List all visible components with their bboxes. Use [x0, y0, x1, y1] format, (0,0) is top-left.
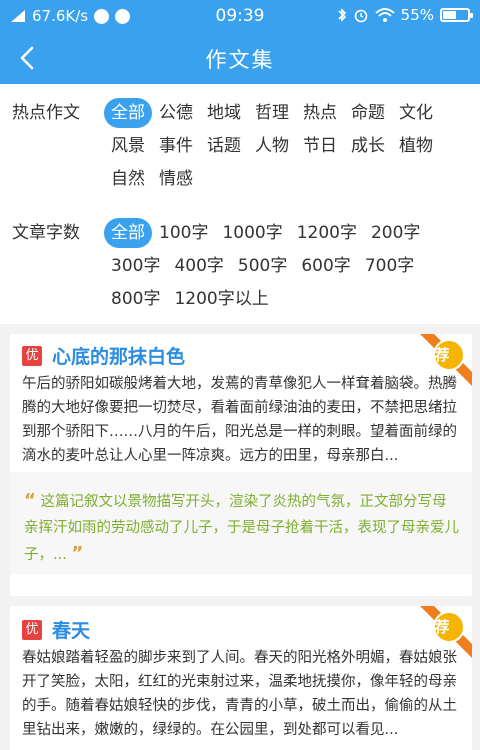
article-title[interactable]: 心底的那抹白色: [52, 342, 185, 369]
count-filter-option[interactable]: 1200字以上: [167, 284, 275, 314]
article-excerpt: 春姑娘踏着轻盈的脚步来到了人间。春天的阳光格外明媚，春姑娘张开了笑脸，太阳，红红…: [22, 650, 457, 738]
count-filter-option[interactable]: 300字: [104, 251, 167, 281]
count-filter-option[interactable]: 1000字: [215, 218, 289, 248]
comment-text: 这篇记叙文以景物描写开头，渲染了炎热的气氛，正文部分写母亲挥汗如雨的劳动感动了儿…: [24, 494, 459, 563]
hot-filter-option[interactable]: 人物: [248, 131, 296, 161]
battery-fill: [443, 11, 457, 19]
filter-options-count: 全部 100字 1000字 1200字 200字 300字 400字 500字 600字 700字…: [104, 218, 470, 314]
hot-filter-option[interactable]: 命题: [344, 98, 392, 128]
recommend-badge-text: 荐: [434, 346, 450, 364]
article-excerpt: 午后的骄阳如碳般烤着大地，发蔫的青草像犯人一样耷着脑袋。热腾腾的大地好像要把一切…: [22, 376, 457, 464]
bluetooth-icon: [338, 8, 346, 22]
filter-panel: 热点作文 全部 公德 地域 哲理 热点 命题 文化 风景 事件 话题 人物 节日 成长 植物 自然 情感 文章…: [0, 84, 480, 324]
hot-filter-option[interactable]: 成长: [344, 131, 392, 161]
open-quote-icon: “: [24, 490, 36, 511]
app-header: 作文集: [0, 32, 480, 84]
hot-filter-option[interactable]: 话题: [200, 131, 248, 161]
article-title[interactable]: 春天: [52, 616, 90, 643]
count-filter-option[interactable]: 200字: [364, 218, 427, 248]
hot-filter-option[interactable]: 文化: [392, 98, 440, 128]
filter-label-count: 文章字数: [12, 223, 80, 243]
count-filter-option[interactable]: 100字: [152, 218, 215, 248]
hot-filter-option[interactable]: 事件: [152, 131, 200, 161]
alarm-icon: [354, 9, 367, 23]
teacher-comment: “ 这篇记叙文以景物描写开头，渲染了炎热的气氛，正文部分写母亲挥汗如雨的劳动感动…: [10, 472, 472, 574]
count-filter-option[interactable]: 600字: [294, 251, 357, 281]
hot-filter-option[interactable]: 节日: [296, 131, 344, 161]
hot-filter-option[interactable]: 公德: [152, 98, 200, 128]
filter-label-hot: 热点作文: [12, 103, 80, 123]
hot-filter-option[interactable]: 地域: [200, 98, 248, 128]
battery-percent: 55%: [400, 6, 434, 24]
count-filter-option[interactable]: 1200字: [290, 218, 364, 248]
count-filter-option[interactable]: 700字: [358, 251, 421, 281]
count-filter-option[interactable]: 全部: [104, 218, 152, 248]
count-filter-option[interactable]: 500字: [231, 251, 294, 281]
hot-filter-option[interactable]: 全部: [104, 98, 152, 128]
article-card[interactable]: 优 春天 荐 春姑娘踏着轻盈的脚步来到了人间。春天的阳光格外明媚，春姑娘张开了笑…: [10, 606, 472, 750]
wifi-icon: [375, 8, 395, 22]
hot-filter-option[interactable]: 自然: [104, 164, 152, 194]
recommend-badge-text: 荐: [434, 618, 450, 636]
hot-filter-option[interactable]: 情感: [152, 164, 200, 194]
count-filter-option[interactable]: 400字: [167, 251, 230, 281]
hot-filter-option[interactable]: 热点: [296, 98, 344, 128]
hot-filter-option[interactable]: 风景: [104, 131, 152, 161]
filter-options-hot: 全部 公德 地域 哲理 热点 命题 文化风景 事件 话题 人物 节日 成长 植物自然 情感: [104, 98, 470, 194]
excellent-badge: 优: [22, 346, 42, 366]
hot-filter-option[interactable]: 哲理: [248, 98, 296, 128]
article-card[interactable]: 优 心底的那抹白色 荐 午后的骄阳如碳般烤着大地，发蔫的青草像犯人一样耷着脑袋。…: [10, 334, 472, 596]
count-filter-option[interactable]: 800字: [104, 284, 167, 314]
excellent-badge: 优: [22, 620, 42, 640]
close-quote-icon: ”: [71, 543, 84, 564]
page-title: 作文集: [205, 48, 275, 72]
status-bar: 67.6K/s 09:39 55%: [0, 0, 480, 32]
battery-icon: [440, 8, 473, 22]
hot-filter-option[interactable]: 植物: [392, 131, 440, 161]
